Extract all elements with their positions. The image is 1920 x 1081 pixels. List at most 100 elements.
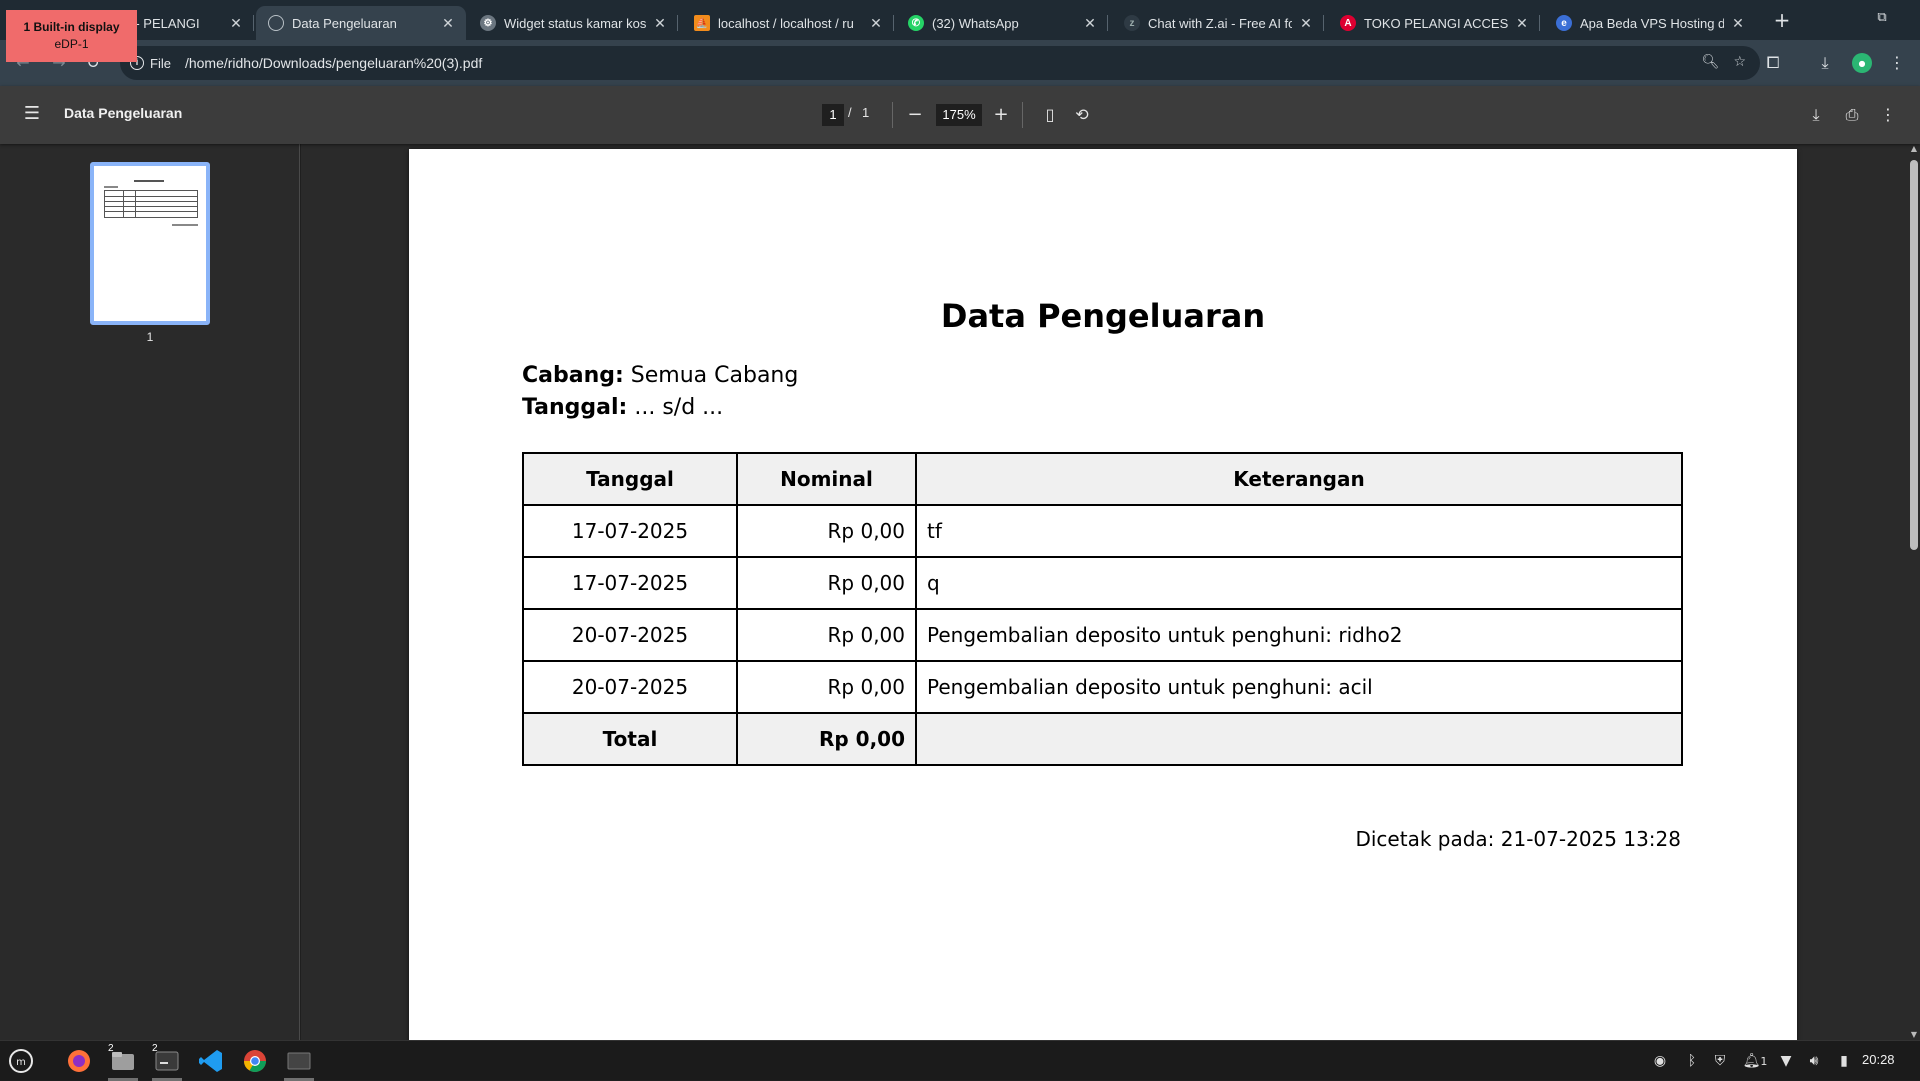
- thumb-table: [104, 190, 198, 218]
- new-tab-button[interactable]: +: [1770, 8, 1794, 32]
- tab-data-pengeluaran[interactable]: Data Pengeluaran ✕: [256, 6, 466, 40]
- cell-nominal: Rp 0,00: [736, 608, 917, 662]
- close-icon[interactable]: ✕: [440, 15, 456, 32]
- cell-keterangan: Pengembalian deposito untuk penghuni: ac…: [915, 660, 1683, 714]
- omnibox-actions: 🔍︎ ☆: [1702, 54, 1746, 70]
- wifi-icon[interactable]: ▼: [1776, 1051, 1796, 1071]
- pdf-page: Data Pengeluaran Cabang: Semua Cabang Ta…: [409, 149, 1797, 1040]
- tab-zai[interactable]: z Chat with Z.ai - Free AI fo ✕: [1112, 6, 1324, 40]
- thumb-footer-line: [172, 224, 198, 226]
- zoom-in-button[interactable]: +: [988, 102, 1014, 128]
- printed-at: Dicetak pada: 21-07-2025 13:28: [1355, 827, 1681, 851]
- date-value: ... s/d ...: [634, 395, 724, 420]
- tab-widget-status[interactable]: ⚙ Widget status kamar kos ✕: [468, 6, 678, 40]
- viewer-scrollbar[interactable]: ▲ ▼: [1908, 144, 1920, 1040]
- tab-toko-pelangi[interactable]: A TOKO PELANGI ACCESO ✕: [1328, 6, 1540, 40]
- cell-tanggal: 20-07-2025: [522, 660, 738, 714]
- firefox-icon[interactable]: [64, 1047, 94, 1075]
- close-icon[interactable]: ✕: [652, 15, 668, 32]
- scroll-thumb[interactable]: [1910, 160, 1918, 550]
- tab-title: Widget status kamar kos: [504, 15, 646, 31]
- omnibox[interactable]: i File /home/ridho/Downloads/pengeluaran…: [120, 46, 1760, 80]
- tab-title: (32) WhatsApp: [932, 15, 1019, 31]
- profile-avatar[interactable]: ●: [1852, 53, 1872, 73]
- tab-title: Chat with Z.ai - Free AI fo: [1148, 15, 1292, 31]
- display-badge: 1 Built-in display eDP-1: [6, 10, 137, 62]
- close-icon[interactable]: ✕: [228, 15, 244, 32]
- close-icon[interactable]: ✕: [1082, 15, 1098, 32]
- browser-toolbar: ← → ↻ i File /home/ridho/Downloads/penge…: [0, 40, 1920, 86]
- document-title: Data Pengeluaran: [940, 297, 1266, 335]
- tab-title: Data Pengeluaran: [292, 15, 397, 31]
- vscode-icon[interactable]: [196, 1047, 226, 1075]
- chrome-tray-icon[interactable]: ◉: [1650, 1051, 1670, 1071]
- taskbar: m 2 2 ◉ ᛒ ⛨ 🔔︎1 ▼ 🔊︎ ▮ 20:28: [0, 1040, 1920, 1081]
- sidebar-menu-icon[interactable]: ☰: [22, 104, 42, 124]
- print-icon[interactable]: ⎙: [1840, 103, 1864, 127]
- browser-menu-icon[interactable]: ⋮: [1886, 52, 1908, 74]
- tab-title: localhost / localhost / ru: [718, 15, 854, 31]
- branch-label: Cabang:: [522, 363, 624, 388]
- battery-icon[interactable]: ▮: [1834, 1051, 1854, 1071]
- pdf-viewer[interactable]: Data Pengeluaran Cabang: Semua Cabang Ta…: [301, 144, 1908, 1040]
- url-text[interactable]: /home/ridho/Downloads/pengeluaran%20(3).…: [185, 55, 482, 71]
- gear-icon: ⚙: [480, 15, 496, 31]
- mint-menu-icon[interactable]: m: [6, 1047, 36, 1075]
- table-header-row: Tanggal Nominal Keterangan: [522, 452, 1683, 506]
- branch-line: Cabang: Semua Cabang: [522, 363, 798, 388]
- svg-text:m: m: [16, 1057, 26, 1068]
- total-empty-cell: [915, 712, 1683, 766]
- page-number-input[interactable]: 1: [822, 104, 844, 126]
- zoom-icon[interactable]: 🔍︎: [1702, 54, 1720, 70]
- cell-tanggal: 17-07-2025: [522, 556, 738, 610]
- scroll-up-icon[interactable]: ▲: [1910, 144, 1918, 154]
- header-keterangan: Keterangan: [915, 452, 1683, 506]
- header-nominal: Nominal: [736, 452, 917, 506]
- toolbar-divider: [1022, 102, 1023, 128]
- notification-icon[interactable]: 🔔︎1: [1740, 1051, 1770, 1071]
- files-icon[interactable]: 2: [108, 1043, 138, 1081]
- restore-window-icon[interactable]: ⧉: [1872, 10, 1892, 30]
- cell-nominal: Rp 0,00: [736, 660, 917, 714]
- close-icon[interactable]: ✕: [868, 15, 884, 32]
- e-icon: e: [1556, 15, 1572, 31]
- tab-strip: ⚙ ns - PELANGI ✕ Data Pengeluaran ✕ ⚙ Wi…: [0, 0, 1920, 40]
- site-label: File: [150, 55, 171, 71]
- tab-vps-hosting[interactable]: e Apa Beda VPS Hosting d ✕: [1544, 6, 1756, 40]
- volume-icon[interactable]: 🔊︎: [1804, 1051, 1824, 1071]
- bookmark-star-icon[interactable]: ☆: [1733, 54, 1746, 70]
- page-thumbnail[interactable]: [90, 162, 210, 325]
- scroll-down-icon[interactable]: ▼: [1910, 1030, 1918, 1040]
- close-icon[interactable]: ✕: [1514, 15, 1530, 32]
- download-icon[interactable]: ⤓: [1814, 52, 1836, 74]
- terminal-window-count: 2: [152, 1043, 158, 1054]
- chrome-icon[interactable]: [240, 1047, 270, 1075]
- extensions-icon[interactable]: ⧠: [1762, 52, 1784, 74]
- tab-phpmyadmin[interactable]: ⛵ localhost / localhost / ru ✕: [682, 6, 894, 40]
- total-value: Rp 0,00: [736, 712, 917, 766]
- header-tanggal: Tanggal: [522, 452, 738, 506]
- shield-icon[interactable]: ⛨: [1710, 1051, 1730, 1071]
- pdf-more-icon[interactable]: ⋮: [1876, 103, 1900, 127]
- clock[interactable]: 20:28: [1862, 1052, 1895, 1067]
- thumbnail-label: 1: [146, 330, 154, 344]
- bluetooth-icon[interactable]: ᛒ: [1682, 1051, 1702, 1071]
- branch-value: Semua Cabang: [630, 363, 799, 388]
- whatsapp-icon: ✆: [908, 15, 924, 31]
- terminal-icon[interactable]: 2: [152, 1043, 182, 1081]
- zoom-input[interactable]: 175%: [936, 104, 982, 126]
- pdf-download-icon[interactable]: ⤓: [1804, 103, 1828, 127]
- display-badge-subtitle: eDP-1: [54, 37, 89, 51]
- close-icon[interactable]: ✕: [1730, 15, 1746, 32]
- fit-page-icon[interactable]: ▯: [1038, 103, 1062, 127]
- tab-whatsapp[interactable]: ✆ (32) WhatsApp ✕: [896, 6, 1108, 40]
- window-icon[interactable]: [284, 1047, 314, 1081]
- expense-table: Tanggal Nominal Keterangan 17-07-2025 Rp…: [522, 452, 1683, 766]
- rotate-icon[interactable]: ⟲: [1070, 103, 1094, 127]
- cell-keterangan: tf: [915, 504, 1683, 558]
- globe-icon: [268, 15, 284, 31]
- total-label: Total: [522, 712, 738, 766]
- page-separator: /: [848, 105, 852, 120]
- zoom-out-button[interactable]: −: [902, 102, 928, 128]
- close-icon[interactable]: ✕: [1298, 15, 1314, 32]
